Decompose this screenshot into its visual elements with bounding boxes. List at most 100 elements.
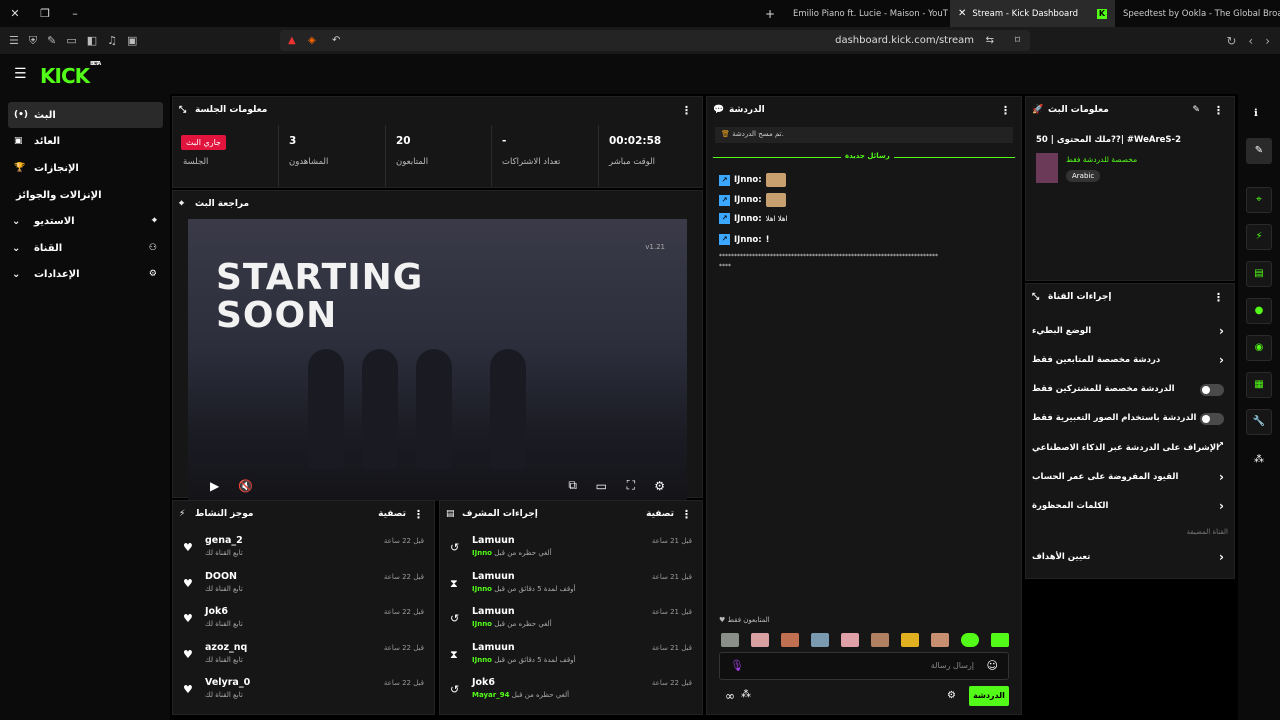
more-icon[interactable]: ⋮ — [413, 508, 424, 521]
minimize-window-icon[interactable]: – — [60, 7, 90, 20]
fullscreen-icon[interactable]: ⛶ — [627, 478, 635, 493]
username[interactable]: Jok6 — [205, 606, 228, 617]
new-tab-button[interactable]: + — [755, 7, 785, 21]
chat-input[interactable]: 🎙 إرسال رسالة ☺ — [719, 652, 1009, 680]
more-icon[interactable]: ⋮ — [1000, 104, 1011, 117]
broadcast-tool-button[interactable]: ◉ — [1246, 335, 1272, 361]
sidebar-item-drops[interactable]: الإنزالات والجوائز — [8, 182, 163, 208]
share-icon[interactable]: ⇆ — [986, 35, 994, 46]
sidebar-item-settings[interactable]: ⌄ الإعدادات ⚙ — [8, 261, 163, 287]
send-chat-button[interactable]: الدردشة — [969, 686, 1009, 706]
close-tab-icon[interactable]: ✕ — [958, 8, 966, 19]
theater-icon[interactable]: ▭ — [596, 479, 607, 493]
sidebar-item-stream[interactable]: (•) البث — [8, 102, 163, 128]
list-item[interactable]: ♥ gena_2 تابع القناة لك قبل 22 ساعة — [173, 531, 434, 567]
layout-tool-button[interactable]: ▦ — [1246, 372, 1272, 398]
list-item[interactable]: ♥ DOON تابع القناة لك قبل 22 ساعة — [173, 567, 434, 603]
music-icon[interactable]: ♫ — [107, 34, 117, 48]
more-icon[interactable]: ⋮ — [1213, 291, 1224, 304]
shield-icon[interactable]: ⛨ — [29, 34, 37, 48]
chat-tool-button[interactable]: ● — [1246, 298, 1272, 324]
wrench-tool-button[interactable]: 🔧 — [1246, 409, 1272, 435]
sidebar-icon[interactable]: ◧ — [87, 34, 97, 48]
prev-icon[interactable]: ‹ — [1248, 34, 1253, 48]
chat-settings-icon[interactable]: ⚙ — [947, 690, 956, 701]
category-thumbnail[interactable] — [1036, 153, 1058, 183]
ai-moderation-row[interactable]: الإشراف على الدردشة عبر الذكاء الاصطناعي… — [1026, 435, 1234, 463]
list-item[interactable]: ♥ Velyra_0 تابع القناة لك قبل 22 ساعة — [173, 673, 434, 709]
emote-only-toggle[interactable] — [1200, 413, 1224, 425]
screenshot-icon[interactable]: ▣ — [127, 34, 137, 48]
more-icon[interactable]: ⋮ — [1213, 104, 1224, 117]
list-item[interactable]: ⧗ Lamuun IJnno أوقف لمدة 5 دقائق من قبل قبل… — [440, 567, 702, 603]
document-tool-button[interactable]: ▤ — [1246, 261, 1272, 287]
bolt-tool-button[interactable]: ⚡ — [1246, 224, 1272, 250]
username[interactable]: gena_2 — [205, 535, 243, 546]
bookmark-icon[interactable]: ⌑ — [1015, 35, 1020, 46]
info-icon[interactable]: ℹ — [1254, 108, 1258, 119]
kick-logo[interactable]: KICKBETA — [40, 61, 101, 88]
username[interactable]: Lamuun — [472, 535, 515, 546]
subscribers-only-toggle[interactable] — [1200, 384, 1224, 396]
edit-tool-button[interactable]: ✎ — [1246, 138, 1272, 164]
video-player[interactable]: STARTING SOON v1.21 ▶ 🔇 ⧉ ▭ ⛶ ⚙ — [188, 219, 687, 501]
tab-youtube[interactable]: Emilio Piano ft. Lucie - Maison - YouT — [785, 0, 950, 27]
brave-rewards-icon[interactable]: ▲ — [288, 35, 296, 46]
sidebar-item-achievements[interactable]: 🏆 الإنجازات — [8, 155, 163, 181]
set-goals-row[interactable]: تعيين الأهداف › — [1026, 544, 1234, 572]
target-tool-button[interactable]: ⌖ — [1246, 187, 1272, 213]
brave-shield-icon[interactable]: ◈ — [308, 35, 316, 46]
tab-kick-dashboard[interactable]: ✕ Stream - Kick Dashboard K — [950, 0, 1115, 27]
emote-bar[interactable] — [721, 633, 1009, 647]
list-item[interactable]: ↺ Jok6 Mayar_94 ألغي حظره من قبل قبل 22 ساع… — [440, 673, 702, 709]
more-icon[interactable]: ⋮ — [681, 508, 692, 521]
sidebar-item-revenue[interactable]: ▣ العائد — [8, 128, 163, 154]
wallet-icon[interactable]: ▭ — [66, 34, 76, 48]
close-window-icon[interactable]: ✕ — [0, 7, 30, 20]
edit-icon[interactable]: ✎ — [1192, 105, 1200, 115]
username[interactable]: Lamuun — [472, 606, 515, 617]
username[interactable]: Lamuun — [472, 642, 515, 653]
tab-speedtest[interactable]: Speedtest by Ookla - The Global Broad — [1115, 0, 1280, 27]
url-bar[interactable]: ▲ ◈ ↶ dashboard.kick.com/stream ⇆ ⌑ — [280, 30, 1030, 51]
sidebar-item-studio[interactable]: ⌄ الاستديو ⌖ — [8, 208, 163, 234]
play-icon[interactable]: ▶ — [210, 479, 219, 493]
settings-gear-icon[interactable]: ⚙ — [654, 479, 665, 493]
menu-icon[interactable]: ☰ — [9, 34, 19, 48]
restore-window-icon[interactable]: ❐ — [30, 7, 60, 20]
username[interactable]: DOON — [205, 571, 237, 582]
followers-only-row[interactable]: دردشة مخصصة للمتابعين فقط › — [1026, 347, 1234, 375]
sidebar-item-channel[interactable]: ⌄ القناة ⚇ — [8, 235, 163, 261]
emote-only-row[interactable]: الدردشة باستخدام الصور التعبيرية فقط — [1026, 405, 1234, 433]
infinity-icon[interactable]: ∞ — [725, 689, 735, 703]
slow-mode-row[interactable]: الوضع البطيء › — [1026, 318, 1234, 346]
hamburger-icon[interactable]: ☰ — [14, 66, 27, 82]
username[interactable]: Velyra_0 — [205, 677, 250, 688]
banned-words-row[interactable]: الكلمات المحظورة › — [1026, 493, 1234, 521]
username[interactable]: Jok6 — [472, 677, 495, 688]
list-item[interactable]: ↺ Lamuun IJnno ألغي حظره من قبل قبل 21 ساعة — [440, 602, 702, 638]
microphone-icon[interactable]: 🎙 — [730, 659, 744, 672]
username[interactable]: Lamuun — [472, 571, 515, 582]
category-link[interactable]: مخصصة للدردشة فقط — [1066, 155, 1137, 164]
next-icon[interactable]: › — [1265, 34, 1270, 48]
emoji-icon[interactable]: ☺ — [987, 659, 998, 672]
pip-icon[interactable]: ⧉ — [568, 478, 577, 493]
extensions-icon[interactable]: ✎ — [47, 34, 56, 48]
list-item[interactable]: ⧗ Lamuun IJnno أوقف لمدة 5 دقائق من قبل قبل… — [440, 638, 702, 674]
filter-button[interactable]: تصفية — [378, 509, 406, 519]
more-icon[interactable]: ⋮ — [681, 104, 692, 117]
timestamp: قبل 22 ساعة — [383, 537, 424, 545]
list-item[interactable]: ♥ Jok6 تابع القناة لك قبل 22 ساعة — [173, 602, 434, 638]
subscribers-only-row[interactable]: الدردشة مخصصة للمشتركين فقط — [1026, 376, 1234, 404]
back-icon[interactable]: ↶ — [332, 35, 340, 46]
username[interactable]: azoz_nq — [205, 642, 247, 653]
reload-icon[interactable]: ↻ — [1226, 34, 1236, 48]
share-dots-icon[interactable]: ⁂ — [741, 689, 751, 700]
mute-icon[interactable]: 🔇 — [238, 479, 253, 493]
list-item[interactable]: ♥ azoz_nq تابع القناة لك قبل 22 ساعة — [173, 638, 434, 674]
list-item[interactable]: ↺ Lamuun IJnno ألغي حظره من قبل قبل 21 ساعة — [440, 531, 702, 567]
share-dots-icon[interactable]: ⁂ — [1254, 454, 1264, 465]
account-age-row[interactable]: القيود المفروضة على عمر الحساب › — [1026, 464, 1234, 492]
filter-button[interactable]: تصفية — [646, 509, 674, 519]
